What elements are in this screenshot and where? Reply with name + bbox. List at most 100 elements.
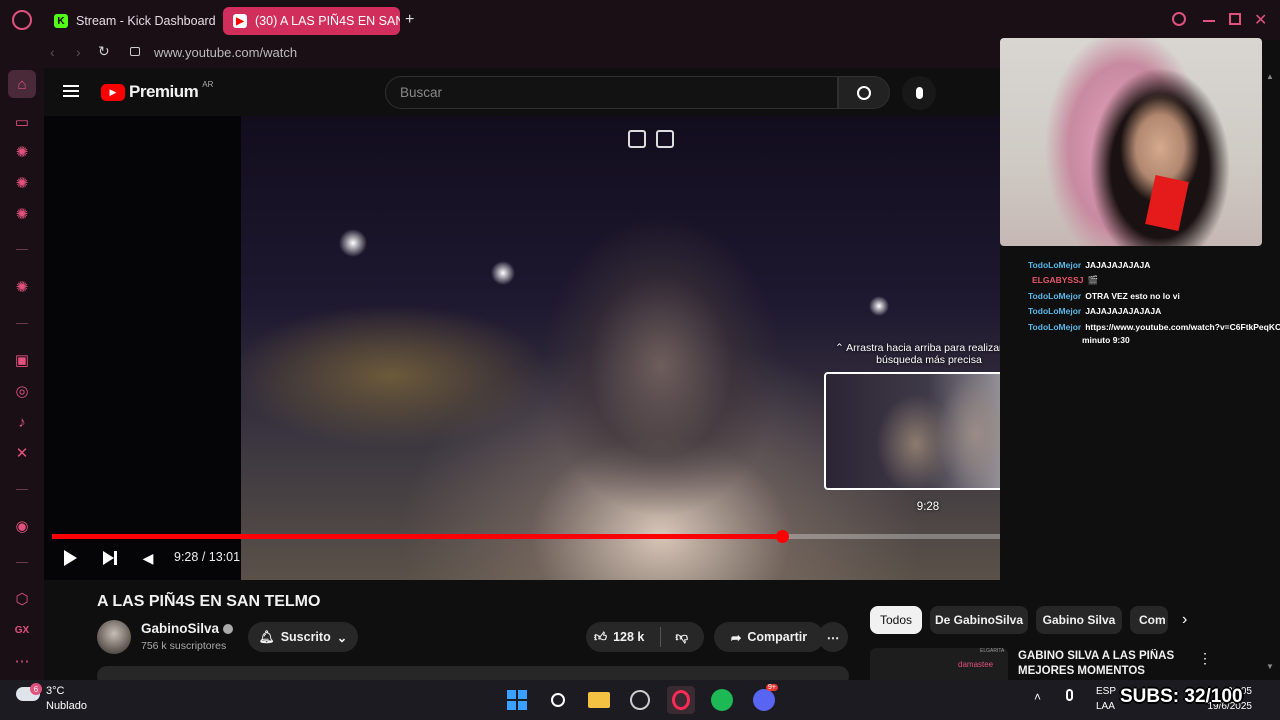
more-icon[interactable]: ⋯	[12, 651, 32, 671]
kick-icon: K	[54, 14, 68, 28]
youtube-logo[interactable]: ▶ Premium AR	[101, 80, 213, 102]
chip-more[interactable]: Com	[1130, 606, 1168, 634]
chat-message: TodoLoMejor JAJAJAJAJAJAJA	[1028, 306, 1162, 316]
volume-icon: ◀	[142, 549, 154, 566]
twitch-icon[interactable]: ▣	[12, 350, 32, 370]
tray-mic-icon[interactable]	[1066, 689, 1073, 701]
chevron-down-icon: ⌄	[336, 630, 348, 645]
dislike-button[interactable]: 👎︎	[675, 630, 688, 645]
minimize-icon[interactable]	[1203, 20, 1215, 22]
voice-search-button[interactable]	[902, 76, 936, 110]
x-icon[interactable]: ✕	[12, 443, 32, 463]
url-field[interactable]: www.youtube.com/watch	[154, 45, 297, 60]
like-dislike-group: 👍︎ 128 k 👎︎	[586, 622, 704, 652]
tiktok-icon[interactable]: ♪	[12, 412, 32, 432]
opera-sidebar: ⌂ ▭ ✺ ✺ ✺ ✺ ▣ ◎ ♪ ✕ ◉ ⬡ GX ⋯	[0, 68, 44, 680]
close-icon[interactable]: ✕	[1254, 10, 1267, 30]
avatar[interactable]	[97, 620, 131, 654]
opera-gx-taskbar-icon[interactable]	[667, 686, 695, 714]
sidebar-divider	[16, 489, 28, 490]
chat-message: TodoLoMejor https://www.youtube.com/watch…	[1028, 322, 1280, 332]
thumbs-down-icon: 👎︎	[675, 629, 689, 644]
chat-ai-icon[interactable]: ✺	[12, 173, 32, 193]
play-button[interactable]	[60, 548, 80, 568]
discord-icon[interactable]: 9+	[750, 684, 778, 714]
sidebar-divider	[16, 323, 28, 324]
search-button[interactable]	[838, 76, 890, 109]
file-explorer-icon[interactable]	[585, 686, 613, 714]
forward-icon[interactable]: ›	[76, 44, 81, 60]
progress-bar[interactable]	[52, 530, 1056, 543]
weather-badge: 6	[30, 683, 42, 695]
menu-icon[interactable]	[63, 85, 79, 97]
tray-chevron-up-icon[interactable]: ˄	[1034, 690, 1041, 704]
new-tab-button[interactable]: +	[405, 11, 414, 29]
sidebar-divider	[16, 249, 28, 250]
weather-desc: Nublado	[46, 700, 87, 712]
shield-icon[interactable]: ⬡	[12, 589, 32, 609]
stream-chat-overlay: TodoLoMejor JAJAJAJAJAJA ELGABYSSJ 🎬 TodoL…	[1000, 246, 1280, 666]
windows-start-icon[interactable]	[503, 686, 531, 714]
share-icon: ➦	[730, 630, 742, 645]
search-icon	[857, 85, 871, 100]
reload-icon[interactable]: ↻	[98, 43, 110, 60]
sidebar-home-button[interactable]: ⌂	[8, 70, 36, 98]
openai-icon[interactable]: ✺	[12, 142, 32, 162]
back-icon[interactable]: ‹	[50, 44, 55, 60]
gamepad-icon[interactable]: ▭	[12, 112, 32, 132]
related-more-icon[interactable]: ⋮	[1198, 650, 1212, 667]
search-icon[interactable]	[544, 686, 572, 714]
logo-text: Premium	[129, 82, 199, 101]
progress-scrubber[interactable]	[775, 530, 789, 543]
youtube-icon: ▶	[233, 14, 247, 28]
progress-played	[52, 534, 782, 539]
tab-youtube-video[interactable]: ▶ (30) A LAS PIÑ4S EN SAN	[223, 7, 400, 35]
maximize-icon[interactable]	[1229, 13, 1241, 25]
pip-icon[interactable]	[628, 130, 646, 148]
share-button[interactable]: ➦ Compartir	[714, 622, 824, 652]
next-button[interactable]	[100, 548, 120, 568]
volume-button[interactable]: ◀	[138, 548, 158, 568]
sidebar-divider	[16, 562, 28, 563]
tab-kick-dashboard[interactable]: K Stream - Kick Dashboard	[44, 7, 220, 35]
tab-label: (30) A LAS PIÑ4S EN SAN	[255, 14, 400, 28]
weather-widget[interactable]: 6 3°C Nublado	[14, 683, 104, 717]
gx-control-icon[interactable]: GX	[12, 620, 32, 640]
youtube-play-icon: ▶	[101, 83, 125, 101]
spotify-icon[interactable]	[708, 686, 736, 714]
time-display: 9:28 / 13:01	[174, 550, 240, 564]
related-video-title[interactable]: GABINO SILVA A LAS PIÑAS MEJORES MOMENTO…	[1018, 649, 1188, 680]
instagram-icon[interactable]: ◎	[12, 381, 32, 401]
seek-preview-time: 9:28	[916, 501, 940, 513]
chat-message: ELGABYSSJ 🎬	[1032, 275, 1099, 285]
language-indicator[interactable]: ESP LAA	[1096, 684, 1116, 714]
play-icon	[63, 550, 77, 566]
like-divider	[660, 627, 662, 647]
player-icon[interactable]: ◉	[12, 516, 32, 536]
subscribed-button[interactable]: 🔔︎ Suscrito ⌄	[248, 622, 358, 652]
chevron-right-icon[interactable]: ›	[1182, 611, 1187, 629]
chip-channel-name[interactable]: Gabino Silva	[1036, 606, 1122, 634]
subs-goal-overlay: SUBS: 32/100	[1120, 686, 1243, 707]
like-button[interactable]: 👍︎ 128 k	[594, 630, 644, 645]
chip-all[interactable]: Todos	[870, 606, 922, 634]
discord-badge: 9+	[766, 684, 778, 691]
scroll-down-icon[interactable]: ▼	[1266, 662, 1274, 671]
chat-message: TodoLoMejor OTRA VEZ esto no lo vi	[1028, 291, 1180, 301]
opera-logo-icon[interactable]	[12, 10, 32, 30]
extension-icon[interactable]: ✺	[12, 204, 32, 224]
chip-from-channel[interactable]: De GabinoSilva	[930, 606, 1028, 634]
search-input[interactable]: Buscar	[385, 76, 838, 109]
video-player[interactable]: ⌃ Arrastra hacia arriba para realizar un…	[44, 116, 1064, 580]
duration: 13:01	[208, 550, 241, 564]
search-tabs-icon[interactable]	[1172, 12, 1186, 26]
exit-pip-icon[interactable]	[656, 130, 674, 148]
video-title: A LAS PIÑ4S EN SAN TELMO	[97, 593, 321, 610]
aria-icon[interactable]: ✺	[12, 277, 32, 297]
more-actions-button[interactable]: ⋯	[818, 622, 848, 652]
streamer-webcam	[1000, 38, 1262, 246]
scroll-up-icon[interactable]: ▲	[1266, 72, 1274, 81]
channel-name[interactable]: GabinoSilva	[141, 621, 234, 636]
obs-icon[interactable]	[626, 686, 654, 714]
related-video-thumbnail[interactable]: ELGARITA damastee	[870, 648, 1008, 680]
